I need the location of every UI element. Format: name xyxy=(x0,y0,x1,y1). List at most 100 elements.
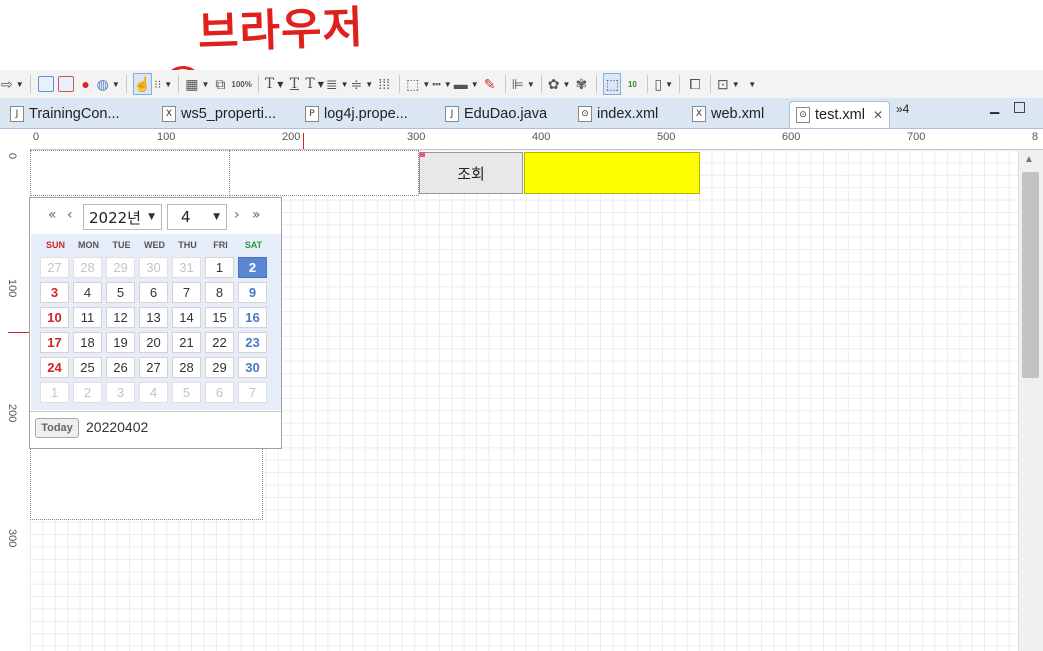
calendar-day[interactable]: 23 xyxy=(238,332,267,353)
new-window-icon[interactable] xyxy=(37,73,55,95)
palette-icon[interactable]: ✿ xyxy=(548,73,571,95)
ui-file-icon: ⊙ xyxy=(796,107,810,123)
align-left-icon[interactable]: ⊫ xyxy=(512,73,535,95)
calendar-day[interactable]: 27 xyxy=(40,257,69,278)
align-icon[interactable]: ≣ xyxy=(326,73,349,95)
paint-icon[interactable]: ✎ xyxy=(481,73,499,95)
next-month-button[interactable]: › xyxy=(234,207,240,223)
zoom-100-icon[interactable]: 100% xyxy=(231,73,251,95)
tab-web-xml[interactable]: X web.xml xyxy=(692,102,764,126)
calendar-day[interactable]: 4 xyxy=(73,282,102,303)
calendar-day[interactable]: 3 xyxy=(40,282,69,303)
tab-trainingcon[interactable]: J TrainingCon... xyxy=(10,102,120,126)
calendar-day[interactable]: 20 xyxy=(139,332,168,353)
palette2-icon[interactable]: ✾ xyxy=(572,73,590,95)
calendar-day[interactable]: 11 xyxy=(73,307,102,328)
maximize-icon[interactable] xyxy=(1014,102,1025,113)
run-window-icon[interactable] xyxy=(57,73,75,95)
calendar-day[interactable]: 7 xyxy=(238,382,267,403)
calendar-day[interactable]: 28 xyxy=(172,357,201,378)
forward-arrow-icon[interactable]: ⇨ xyxy=(1,73,24,95)
calendar-day[interactable]: 30 xyxy=(139,257,168,278)
calendar-day[interactable]: 22 xyxy=(205,332,234,353)
calendar-day[interactable]: 29 xyxy=(106,257,135,278)
align-center-icon[interactable]: ≑ xyxy=(351,73,374,95)
window-check-icon[interactable]: ⊡ xyxy=(717,73,740,95)
tab-log4j[interactable]: P log4j.prope... xyxy=(305,102,408,126)
calendar-day[interactable]: 25 xyxy=(73,357,102,378)
line-icon[interactable]: ┅ xyxy=(432,73,451,95)
calendar-day[interactable]: 18 xyxy=(73,332,102,353)
line-thick-icon[interactable]: ▬ xyxy=(454,73,479,95)
more-icon[interactable] xyxy=(742,73,760,95)
box-icon[interactable]: ⬚ xyxy=(406,73,430,95)
calendar-day[interactable]: 30 xyxy=(238,357,267,378)
calendar-day[interactable]: 2 xyxy=(73,382,102,403)
layout-icon[interactable]: ▦ xyxy=(185,73,209,95)
toolbar-separator xyxy=(504,75,506,93)
select-dotted-icon[interactable]: ⬚ xyxy=(603,73,622,95)
calendar-day[interactable]: 5 xyxy=(172,382,201,403)
text-t3-icon[interactable]: T xyxy=(305,73,324,95)
calendar-day[interactable]: 17 xyxy=(40,332,69,353)
calendar-day[interactable]: 2 xyxy=(238,257,267,278)
calendar-day[interactable]: 9 xyxy=(238,282,267,303)
calendar-day[interactable]: 8 xyxy=(205,282,234,303)
stop-icon[interactable]: ● xyxy=(77,73,95,95)
window-icon[interactable]: ⧠ xyxy=(686,73,704,95)
calendar-day[interactable]: 19 xyxy=(106,332,135,353)
year-select[interactable]: 2022년 xyxy=(83,204,162,230)
query-button[interactable]: 조회 xyxy=(419,152,523,194)
globe-icon[interactable]: ◍ xyxy=(97,73,120,95)
calendar-day[interactable]: 29 xyxy=(205,357,234,378)
tab-ws5-properties[interactable]: X ws5_properti... xyxy=(162,102,276,126)
calendar-day[interactable]: 1 xyxy=(205,257,234,278)
calendar-day[interactable]: 6 xyxy=(139,282,168,303)
calendar-day[interactable]: 15 xyxy=(205,307,234,328)
calendar-day[interactable]: 21 xyxy=(172,332,201,353)
month-select[interactable]: 4 xyxy=(167,204,227,230)
calendar-day[interactable]: 16 xyxy=(238,307,267,328)
tab-test-xml[interactable]: ⊙ test.xml ✕ xyxy=(789,101,891,128)
calendar-day[interactable]: 6 xyxy=(205,382,234,403)
grid-select-icon[interactable]: ⁝⁝ xyxy=(154,73,172,95)
calendar-day[interactable]: 7 xyxy=(172,282,201,303)
layer-icon[interactable]: ⧉ xyxy=(211,73,229,95)
scrollbar-thumb[interactable] xyxy=(1022,172,1039,378)
today-button[interactable]: Today xyxy=(35,418,79,438)
calendar-day[interactable]: 26 xyxy=(106,357,135,378)
calendar-day[interactable]: 14 xyxy=(172,307,201,328)
component-box[interactable] xyxy=(229,150,419,196)
calendar-day[interactable]: 10 xyxy=(40,307,69,328)
calendar-day[interactable]: 27 xyxy=(139,357,168,378)
calendar-day[interactable]: 1 xyxy=(40,382,69,403)
calendar-day[interactable]: 28 xyxy=(73,257,102,278)
scroll-up-icon[interactable]: ▲ xyxy=(1024,154,1034,165)
close-icon[interactable]: ✕ xyxy=(873,108,883,122)
tab-edudao[interactable]: J EduDao.java xyxy=(445,102,547,126)
next-year-button[interactable]: » xyxy=(252,207,261,223)
text-t2-icon[interactable]: T xyxy=(285,73,303,95)
calendar-day[interactable]: 13 xyxy=(139,307,168,328)
tab-overflow-button[interactable]: »4 xyxy=(896,102,909,116)
calendar-day[interactable]: 24 xyxy=(40,357,69,378)
phone-icon[interactable]: ▯ xyxy=(654,73,673,95)
prev-year-button[interactable]: « xyxy=(48,207,57,223)
check-10-icon[interactable]: 10 xyxy=(623,73,641,95)
text-t1-icon[interactable]: T xyxy=(265,73,284,95)
yellow-component[interactable] xyxy=(524,152,700,194)
hand-pointer-icon[interactable]: ☝ xyxy=(132,73,153,95)
calendar-day[interactable]: 5 xyxy=(106,282,135,303)
component-box[interactable] xyxy=(30,150,230,196)
vertical-scrollbar[interactable]: ▲ xyxy=(1018,150,1043,651)
prev-month-button[interactable]: ‹ xyxy=(67,207,73,223)
minimize-icon[interactable]: ▁ xyxy=(990,100,999,114)
calendar-day[interactable]: 12 xyxy=(106,307,135,328)
calendar-day[interactable]: 3 xyxy=(106,382,135,403)
vertical-ruler: 0 100 200 300 xyxy=(0,149,31,651)
grid-icon[interactable]: ⁞⁞⁞ xyxy=(375,73,393,95)
component-box[interactable] xyxy=(30,448,263,520)
calendar-day[interactable]: 31 xyxy=(172,257,201,278)
calendar-day[interactable]: 4 xyxy=(139,382,168,403)
tab-index-xml[interactable]: ⊙ index.xml xyxy=(578,102,658,126)
